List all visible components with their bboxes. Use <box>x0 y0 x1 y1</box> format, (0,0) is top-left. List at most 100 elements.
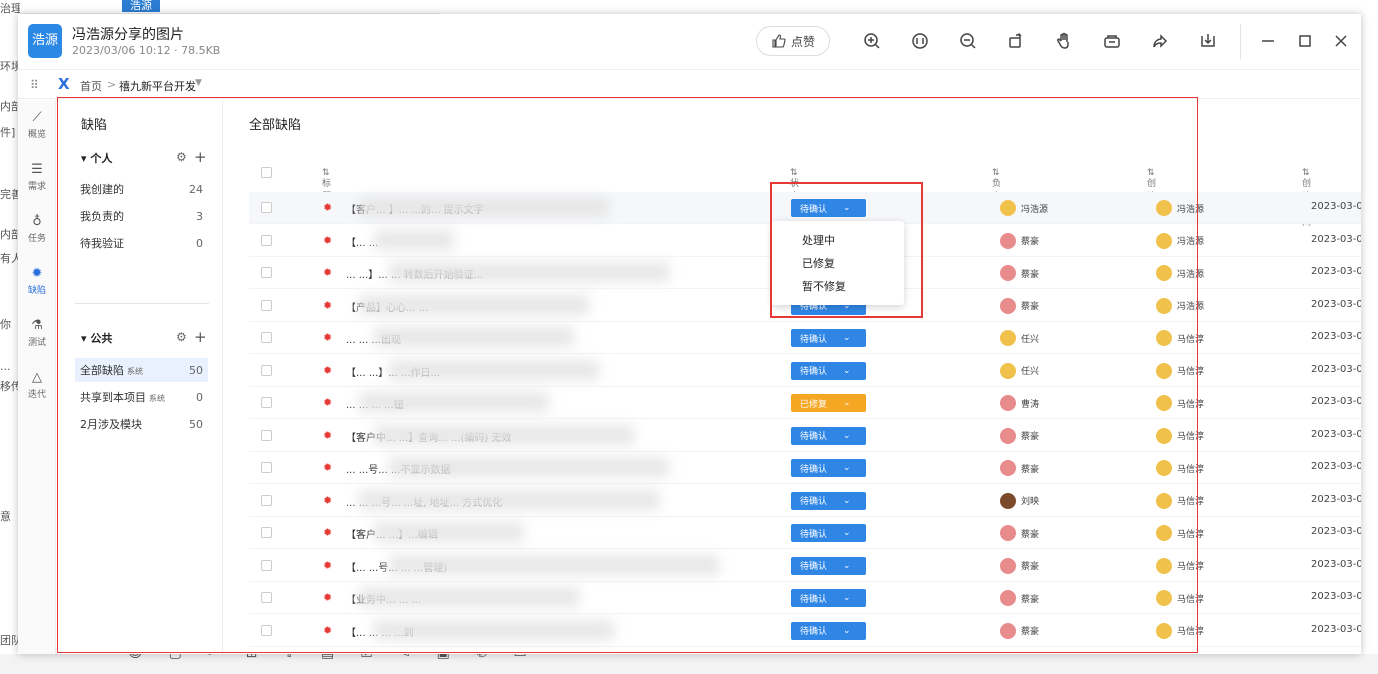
add-icon[interactable]: + <box>194 330 207 345</box>
gear-icon[interactable]: ⚙ <box>176 150 187 164</box>
status-select[interactable]: 待确认 ⌄ <box>791 199 866 217</box>
breadcrumb-home[interactable]: 首页 <box>80 78 102 94</box>
row-checkbox[interactable] <box>261 299 272 311</box>
row-checkbox[interactable] <box>261 267 272 278</box>
close-button[interactable] <box>1330 30 1352 52</box>
table-row[interactable]: ✹【业务中... ... ...待确认⌄蔡豪马信淳2023-03-0 <box>249 582 1361 614</box>
bug-icon: ✹ <box>323 493 333 507</box>
zoom-out-button[interactable] <box>957 30 979 52</box>
column-status[interactable]: 状态 ⇅ <box>790 168 799 202</box>
row-checkbox[interactable] <box>261 462 272 473</box>
owner-cell[interactable]: 蔡豪 <box>1000 232 1039 249</box>
table-row[interactable]: ✹【客户中... ...】查询... ...(编码) 无效待确认⌄蔡豪马信淳20… <box>249 420 1361 452</box>
apps-grid-icon[interactable]: ⠿ <box>30 78 39 92</box>
row-checkbox[interactable] <box>261 234 272 246</box>
owner-cell[interactable]: 蔡豪 <box>1000 297 1039 314</box>
table-row[interactable]: ✹... ... ... ...钮已修复⌄曹涛马信淳2023-03-0 <box>249 387 1361 419</box>
row-checkbox[interactable] <box>261 624 272 636</box>
actual-size-button[interactable] <box>909 30 931 52</box>
table-row[interactable]: ✹【... ...号... ... ...管理)待确认⌄蔡豪马信淳2023-03… <box>249 550 1361 582</box>
nav-item-4[interactable]: ⚗ 测试 <box>18 318 56 348</box>
row-checkbox[interactable] <box>261 202 272 213</box>
owner-cell[interactable]: 蔡豪 <box>1000 265 1039 281</box>
sidepanel-item[interactable]: 全部缺陷 系统 50 <box>75 358 208 382</box>
column-creator[interactable]: 创建者 ⇅ <box>1147 168 1156 215</box>
status-select[interactable]: 待确认 ⌄ <box>791 589 866 607</box>
table-row[interactable]: ✹... ...号... ...不显示数据待确认⌄蔡豪马信淳2023-03-0 <box>249 452 1361 484</box>
table-row[interactable]: ✹【... ...】... ...作日...待确认⌄任兴马信淳2023-03-0 <box>249 355 1361 387</box>
avatar <box>1156 297 1172 314</box>
table-row[interactable]: ✹... ... ...出现待确认⌄任兴马信淳2023-03-0 <box>249 322 1361 354</box>
rotate-button[interactable] <box>1005 30 1027 52</box>
row-checkbox[interactable] <box>261 429 272 441</box>
status-select[interactable]: 待确认 ⌄ <box>791 524 866 542</box>
table-row[interactable]: ✹【客户... ...】...编辑待确认⌄蔡豪马信淳2023-03-0 <box>249 517 1361 549</box>
nav-item-2[interactable]: ♁ 任务 <box>18 214 56 244</box>
row-checkbox[interactable] <box>261 397 272 408</box>
group-public[interactable]: ▾ 公共 <box>81 330 112 346</box>
like-button[interactable]: 点赞 <box>756 26 830 56</box>
table-row[interactable]: ✹【... ... ... ...到待确认⌄蔡豪马信淳2023-03-0 <box>249 615 1361 647</box>
column-owner[interactable]: 负责人 ⇅ <box>992 168 1001 215</box>
owner-cell[interactable]: 曹涛 <box>1000 395 1039 411</box>
nav-item-0[interactable]: ⟋ 概览 <box>18 110 56 140</box>
row-checkbox[interactable] <box>261 559 272 571</box>
gear-icon[interactable]: ⚙ <box>176 330 187 344</box>
nav-item-3[interactable]: ✹ 缺陷 <box>18 266 56 296</box>
zoom-in-button[interactable] <box>861 30 883 52</box>
nav-item-1[interactable]: ☰ 需求 <box>18 162 56 192</box>
owner-cell[interactable]: 蔡豪 <box>1000 525 1039 541</box>
status-label: 待确认 <box>800 529 828 540</box>
status-label: 待确认 <box>800 627 828 637</box>
breadcrumb-project[interactable]: 禧九新平台开发 <box>119 78 196 94</box>
chevron-down-icon[interactable]: ▼ <box>195 78 202 88</box>
redaction-mask <box>374 619 614 640</box>
table-row[interactable]: ✹... ... ...号... ...址, 地址... 方式优化待确认⌄刘映马… <box>249 485 1361 517</box>
nav-item-5[interactable]: △ 迭代 <box>18 370 56 400</box>
add-icon[interactable]: + <box>194 150 207 165</box>
row-checkbox[interactable] <box>261 494 272 506</box>
save-cloud-button[interactable] <box>1101 30 1123 52</box>
owner-cell[interactable]: 任兴 <box>1000 362 1039 379</box>
row-checkbox[interactable] <box>261 592 272 603</box>
avatar <box>1156 557 1172 574</box>
share-button[interactable] <box>1149 30 1171 52</box>
group-personal[interactable]: ▾ 个人 <box>81 150 112 166</box>
row-checkbox[interactable] <box>261 364 272 376</box>
owner-cell[interactable]: 蔡豪 <box>1000 460 1039 476</box>
owner-cell[interactable]: 蔡豪 <box>1000 590 1039 606</box>
status-select[interactable]: 待确认 ⌄ <box>791 491 866 510</box>
status-select[interactable]: 已修复 ⌄ <box>791 394 866 412</box>
sidepanel-item[interactable]: 2月涉及模块 50 <box>75 412 208 436</box>
status-select[interactable]: 待确认 ⌄ <box>791 459 866 477</box>
viewer-titlebar: 浩源 冯浩源分享的图片 2023/03/06 10:12 · 78.5KB 点赞 <box>18 14 1361 70</box>
sidepanel-item[interactable]: 共享到本项目 系统 0 <box>75 385 208 409</box>
select-all-checkbox[interactable] <box>261 167 272 178</box>
row-checkbox[interactable] <box>261 527 272 538</box>
status-option[interactable]: 处理中 <box>772 229 904 252</box>
owner-cell[interactable]: 任兴 <box>1000 330 1039 346</box>
status-select[interactable]: 待确认 ⌄ <box>791 556 866 575</box>
download-button[interactable] <box>1197 30 1219 52</box>
status-select[interactable]: 待确认 ⌄ <box>791 426 866 445</box>
row-checkbox[interactable] <box>261 332 272 343</box>
table-row[interactable]: ✹【客户... 】... ...的... 提示文字待确认⌄冯浩源冯浩源2023-… <box>249 192 1361 224</box>
owner-cell[interactable]: 冯浩源 <box>1000 200 1048 216</box>
sidepanel-item[interactable]: 待我验证 0 <box>75 231 208 255</box>
owner-cell[interactable]: 刘映 <box>1000 492 1039 509</box>
status-select[interactable]: 待确认 ⌄ <box>791 329 866 347</box>
owner-cell[interactable]: 蔡豪 <box>1000 427 1039 444</box>
maximize-button[interactable] <box>1294 30 1316 52</box>
status-option[interactable]: 暂不修复 <box>772 275 904 298</box>
sidepanel-item[interactable]: 我负责的 3 <box>75 204 208 228</box>
status-select[interactable]: 待确认 ⌄ <box>791 621 866 640</box>
column-title[interactable]: 标题 ⇅ <box>322 168 331 202</box>
status-select[interactable]: 待确认 ⌄ <box>791 361 866 380</box>
owner-cell[interactable]: 蔡豪 <box>1000 622 1039 639</box>
owner-cell[interactable]: 蔡豪 <box>1000 557 1039 574</box>
pan-button[interactable] <box>1053 30 1075 52</box>
status-option[interactable]: 已修复 <box>772 252 904 275</box>
sidepanel-item[interactable]: 我创建的 24 <box>75 177 208 201</box>
column-created-at[interactable]: 创建时间 ⇅ <box>1302 168 1311 228</box>
minimize-button[interactable] <box>1257 30 1279 52</box>
